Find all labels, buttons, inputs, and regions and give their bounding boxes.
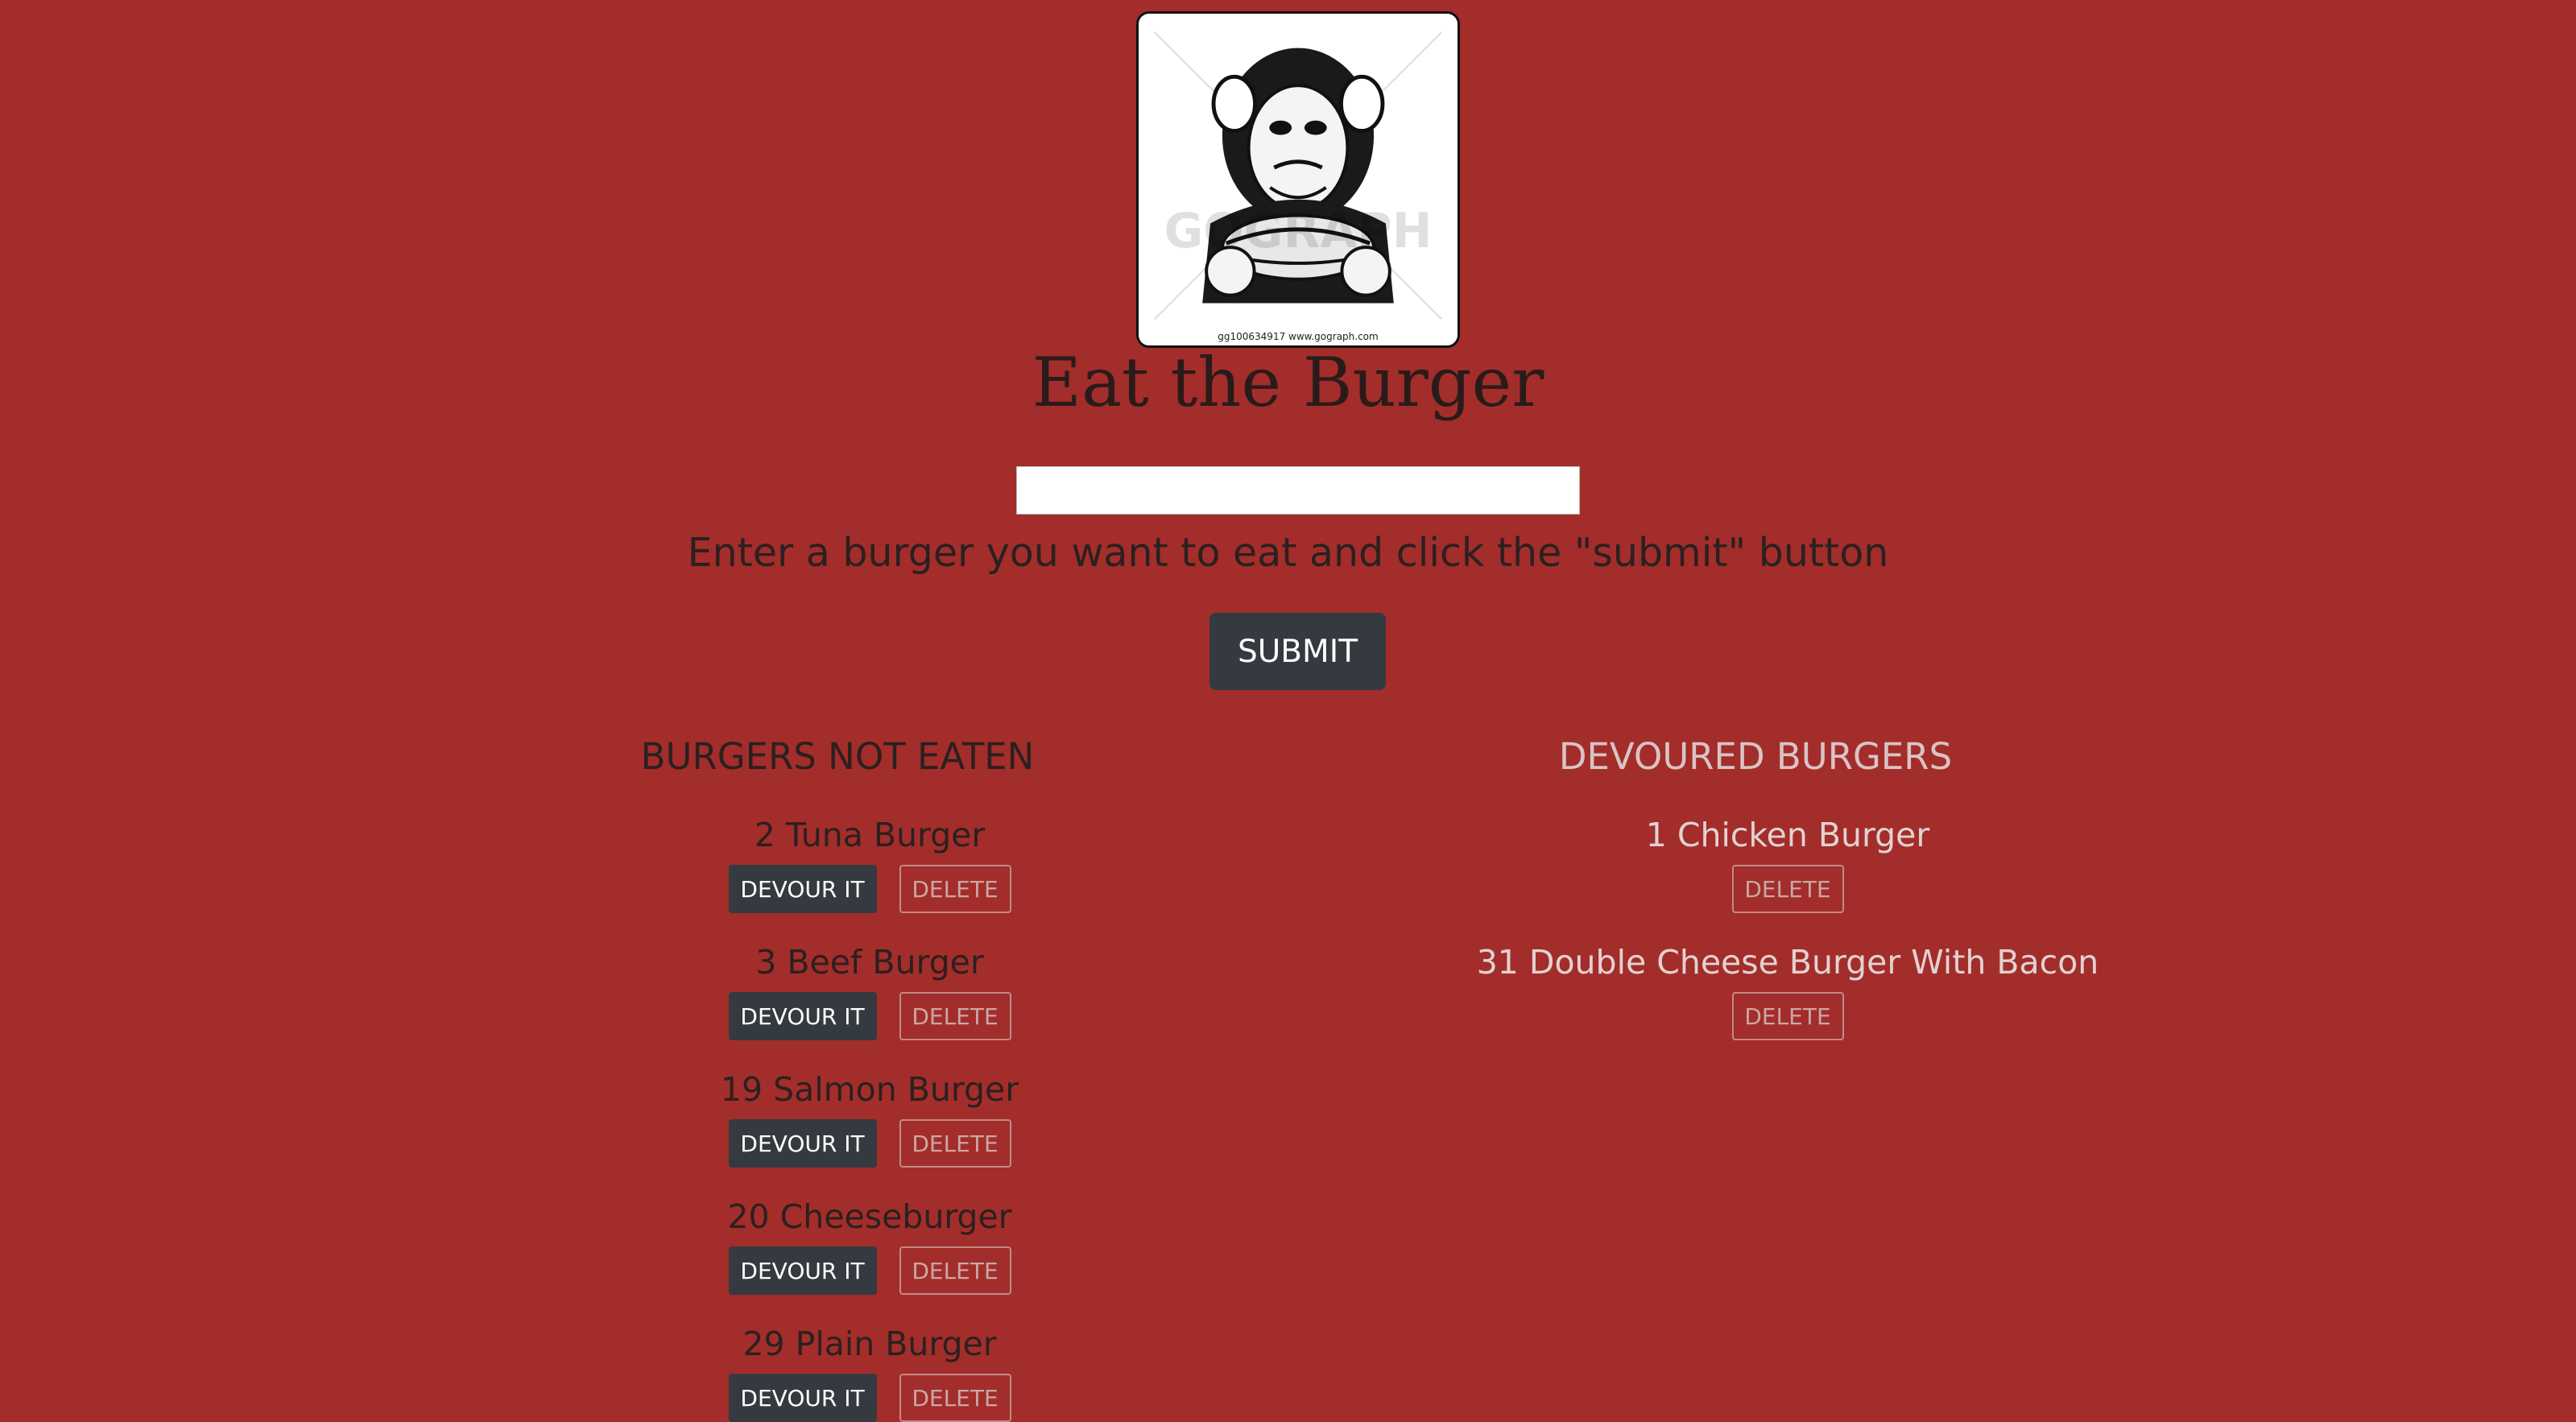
submit-button[interactable]: SUBMIT: [1209, 613, 1386, 690]
devour-button[interactable]: DEVOUR IT: [728, 1119, 877, 1168]
list-item: 2 Tuna Burger DEVOUR IT DELETE: [612, 815, 1127, 913]
delete-button[interactable]: DELETE: [899, 1246, 1011, 1295]
delete-button[interactable]: DELETE: [899, 865, 1011, 913]
burger-name: 29 Plain Burger: [742, 1325, 997, 1363]
burger-name: 1 Chicken Burger: [1645, 816, 1930, 854]
list-item: 20 Cheeseburger DEVOUR IT DELETE: [612, 1197, 1127, 1295]
page-title: Eat the Burger: [1032, 343, 1544, 422]
devour-button[interactable]: DEVOUR IT: [728, 992, 877, 1040]
list-item: 31 Double Cheese Burger With Bacon DELET…: [1385, 942, 2190, 1040]
delete-button[interactable]: DELETE: [899, 992, 1011, 1040]
list-item: 1 Chicken Burger DELETE: [1385, 815, 2190, 913]
burger-name: 19 Salmon Burger: [720, 1070, 1019, 1109]
svg-text:GOGRAPH: GOGRAPH: [1164, 204, 1433, 259]
burger-name: 3 Beef Burger: [755, 943, 984, 982]
devour-button[interactable]: DEVOUR IT: [728, 1246, 877, 1295]
burger-name-input[interactable]: [1016, 466, 1580, 515]
instructions-text: Enter a burger you want to eat and click…: [687, 530, 1889, 576]
chimp-eating-burger-illustration: GOGRAPH: [1154, 31, 1442, 320]
logo-image: GOGRAPH gg100634917 www.gograph.com: [1136, 11, 1460, 348]
devour-button[interactable]: DEVOUR IT: [728, 1374, 877, 1422]
logo-caption: gg100634917 www.gograph.com: [1218, 331, 1379, 342]
devoured-heading: DEVOURED BURGERS: [1558, 735, 1953, 778]
burger-name: 31 Double Cheese Burger With Bacon: [1476, 943, 2099, 982]
delete-button[interactable]: DELETE: [1731, 992, 1844, 1040]
delete-button[interactable]: DELETE: [899, 1374, 1011, 1422]
burger-name: 20 Cheeseburger: [727, 1197, 1012, 1236]
list-item: 3 Beef Burger DEVOUR IT DELETE: [612, 942, 1127, 1040]
devour-button[interactable]: DEVOUR IT: [728, 865, 877, 913]
list-item: 29 Plain Burger DEVOUR IT DELETE: [612, 1324, 1127, 1422]
list-item: 19 Salmon Burger DEVOUR IT DELETE: [612, 1069, 1127, 1168]
not-eaten-heading: BURGERS NOT EATEN: [640, 735, 1035, 778]
burger-name: 2 Tuna Burger: [754, 816, 986, 854]
delete-button[interactable]: DELETE: [899, 1119, 1011, 1168]
delete-button[interactable]: DELETE: [1731, 865, 1844, 913]
